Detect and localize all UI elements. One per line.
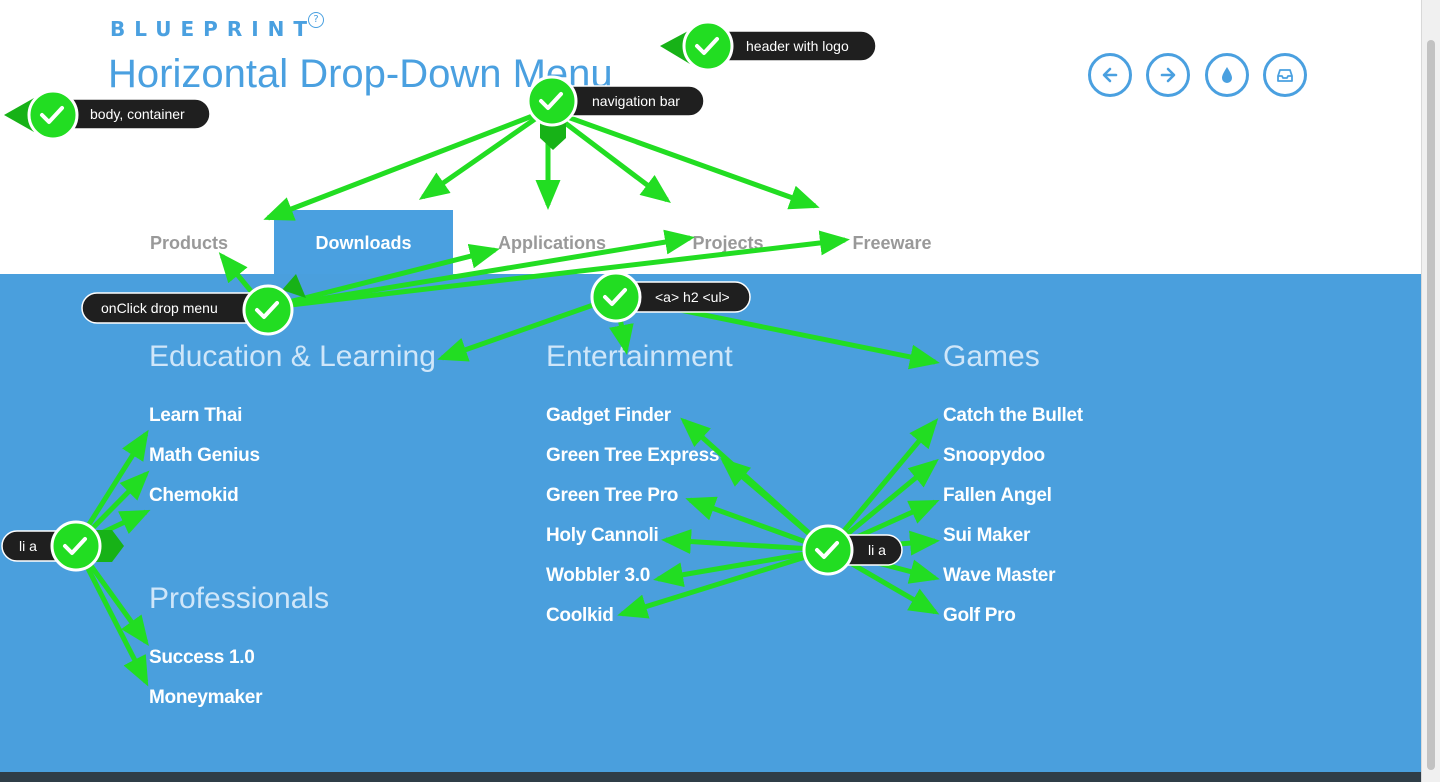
- link-gadget-finder[interactable]: Gadget Finder: [546, 405, 671, 427]
- link-sui-maker[interactable]: Sui Maker: [943, 525, 1030, 547]
- nav-item-products[interactable]: Products: [128, 210, 250, 274]
- theme-button[interactable]: [1205, 53, 1249, 97]
- arrow-left-icon: [1102, 67, 1118, 83]
- link-math-genius[interactable]: Math Genius: [149, 445, 260, 467]
- link-wave-master[interactable]: Wave Master: [943, 565, 1055, 587]
- svg-text:body, container: body, container: [90, 106, 185, 122]
- registered-mark-icon: ?: [308, 12, 324, 28]
- nav-item-freeware[interactable]: Freeware: [834, 210, 950, 274]
- logo[interactable]: BLUEPRINT: [110, 17, 316, 41]
- nav-item-downloads[interactable]: Downloads: [274, 210, 453, 274]
- link-green-tree-express[interactable]: Green Tree Express: [546, 445, 719, 467]
- link-success[interactable]: Success 1.0: [149, 647, 255, 669]
- arrow-right-icon: [1160, 67, 1176, 83]
- navigation-bar: Products Downloads Applications Projects…: [0, 210, 1421, 274]
- link-fallen-angel[interactable]: Fallen Angel: [943, 485, 1052, 507]
- link-moneymaker[interactable]: Moneymaker: [149, 687, 262, 709]
- page-title: Horizontal Drop-Down Menu: [108, 52, 613, 96]
- link-golf-pro[interactable]: Golf Pro: [943, 605, 1016, 627]
- link-snoopydoo[interactable]: Snoopydoo: [943, 445, 1045, 467]
- group-heading-games[interactable]: Games: [943, 340, 1040, 374]
- link-green-tree-pro[interactable]: Green Tree Pro: [546, 485, 678, 507]
- link-chemokid[interactable]: Chemokid: [149, 485, 239, 507]
- link-holy-cannoli[interactable]: Holy Cannoli: [546, 525, 659, 547]
- group-heading-professionals[interactable]: Professionals: [149, 582, 329, 616]
- inbox-tray-icon: [1277, 69, 1293, 82]
- svg-text:header with logo: header with logo: [746, 38, 849, 54]
- link-wobbler[interactable]: Wobbler 3.0: [546, 565, 650, 587]
- nav-item-projects[interactable]: Projects: [673, 210, 783, 274]
- link-coolkid[interactable]: Coolkid: [546, 605, 614, 627]
- water-drop-icon: [1222, 67, 1232, 83]
- annotation-body-container: body, container: [4, 89, 211, 141]
- group-heading-education[interactable]: Education & Learning: [149, 340, 436, 374]
- scrollbar-thumb[interactable]: [1427, 40, 1435, 770]
- link-learn-thai[interactable]: Learn Thai: [149, 405, 242, 427]
- nav-item-applications[interactable]: Applications: [482, 210, 622, 274]
- group-heading-entertainment[interactable]: Entertainment: [546, 340, 733, 374]
- previous-button[interactable]: [1088, 53, 1132, 97]
- downloads-dropdown-menu: Education & Learning Learn Thai Math Gen…: [0, 274, 1421, 772]
- link-catch-the-bullet[interactable]: Catch the Bullet: [943, 405, 1083, 427]
- inbox-button[interactable]: [1263, 53, 1307, 97]
- annotation-header-with-logo: header with logo: [660, 20, 877, 72]
- next-button[interactable]: [1146, 53, 1190, 97]
- page-bottom-edge: [0, 772, 1421, 782]
